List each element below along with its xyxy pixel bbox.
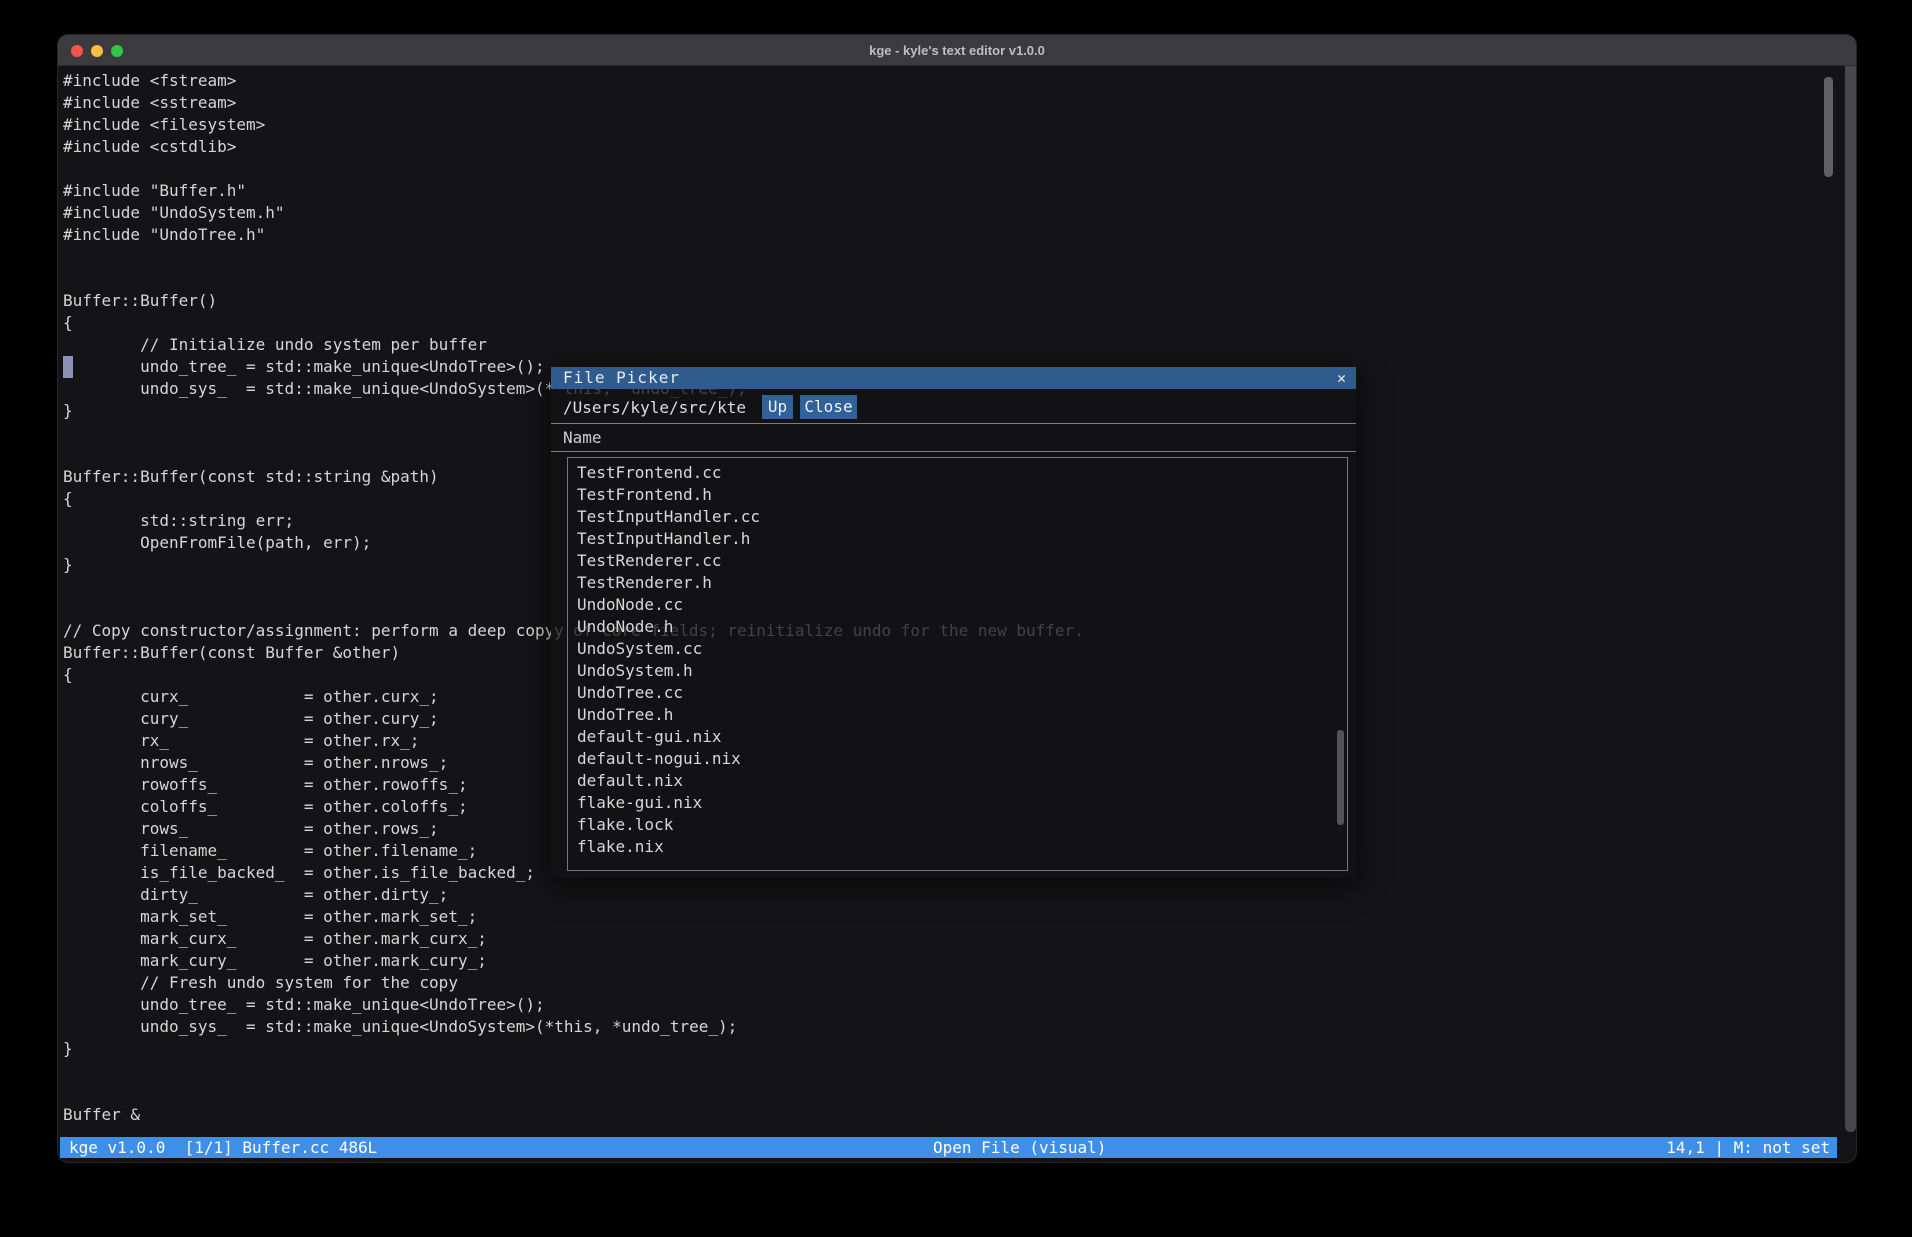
list-item[interactable]: default-gui.nix <box>568 726 1347 748</box>
file-picker-dialog: *this, *undo_tree_); y of core fields; r… <box>551 367 1356 878</box>
current-path-label: /Users/kyle/src/kte <box>563 398 746 417</box>
list-item[interactable]: UndoNode.h <box>568 616 1347 638</box>
dialog-close-icon[interactable]: ✕ <box>1337 367 1346 389</box>
status-bar: kge v1.0.0 [1/1] Buffer.cc 486L Open Fil… <box>60 1137 1837 1158</box>
desktop: { "window": { "title": "kge - kyle's tex… <box>0 0 1912 1237</box>
list-item[interactable]: flake-gui.nix <box>568 792 1347 814</box>
list-item[interactable]: TestFrontend.h <box>568 484 1347 506</box>
list-item[interactable]: TestRenderer.h <box>568 572 1347 594</box>
list-item[interactable]: TestInputHandler.h <box>568 528 1347 550</box>
list-item[interactable]: UndoNode.cc <box>568 594 1347 616</box>
list-item[interactable]: flake.lock <box>568 814 1347 836</box>
editor-scrollbar-track[interactable] <box>1845 66 1856 1132</box>
list-item[interactable]: TestFrontend.cc <box>568 462 1347 484</box>
status-file-info: kge v1.0.0 [1/1] Buffer.cc 486L <box>69 1137 377 1158</box>
list-item[interactable]: default.nix <box>568 770 1347 792</box>
list-item[interactable]: TestRenderer.cc <box>568 550 1347 572</box>
name-column-header: Name <box>563 428 602 447</box>
list-item[interactable]: UndoTree.h <box>568 704 1347 726</box>
dialog-title: File Picker <box>563 367 680 389</box>
editor-scrollbar-thumb[interactable] <box>1824 77 1833 177</box>
list-item[interactable]: UndoSystem.cc <box>568 638 1347 660</box>
status-cursor-position: 14,1 | M: not set <box>1666 1137 1830 1158</box>
status-mode-message: Open File (visual) <box>933 1137 1106 1158</box>
dialog-titlebar[interactable]: File Picker ✕ <box>551 367 1356 389</box>
text-cursor <box>63 356 73 378</box>
list-item[interactable]: flake.nix <box>568 836 1347 858</box>
list-item[interactable]: UndoSystem.h <box>568 660 1347 682</box>
list-item[interactable]: UndoTree.cc <box>568 682 1347 704</box>
divider <box>551 423 1356 424</box>
list-item[interactable]: default-nogui.nix <box>568 748 1347 770</box>
list-item[interactable]: TestInputHandler.cc <box>568 506 1347 528</box>
path-row: /Users/kyle/src/kte Up Close <box>551 395 1356 421</box>
window-titlebar[interactable]: kge - kyle's text editor v1.0.0 <box>58 35 1856 66</box>
editor-window: #include <fstream> #include <sstream> #i… <box>58 35 1856 1162</box>
file-list: TestFrontend.ccTestFrontend.hTestInputHa… <box>567 457 1348 871</box>
up-button[interactable]: Up <box>762 395 793 419</box>
window-title: kge - kyle's text editor v1.0.0 <box>58 35 1856 66</box>
divider <box>551 451 1356 452</box>
close-button[interactable]: Close <box>800 395 857 419</box>
file-list-scrollbar-thumb[interactable] <box>1337 730 1344 825</box>
